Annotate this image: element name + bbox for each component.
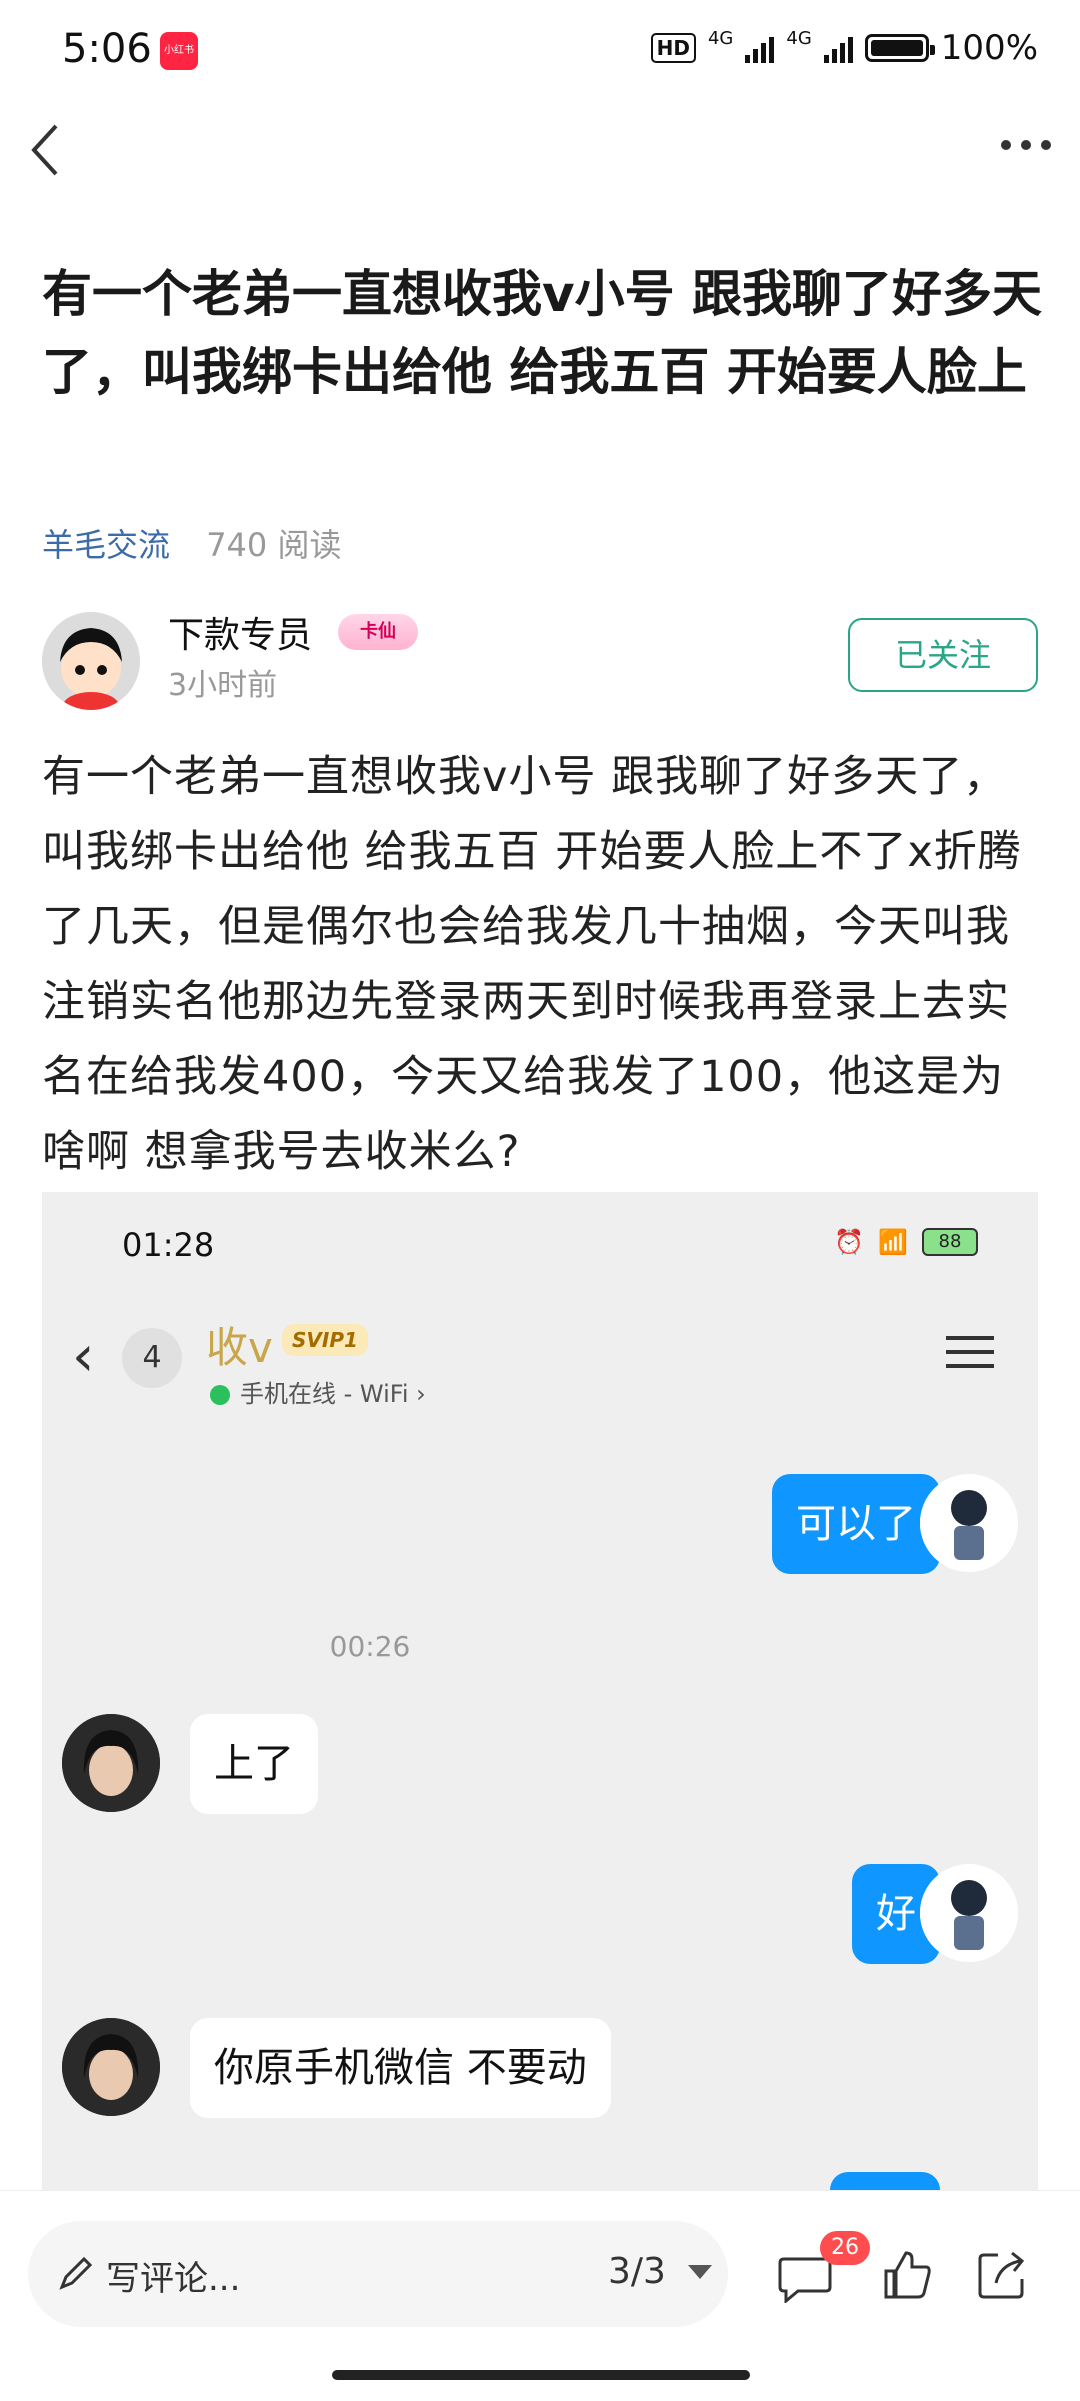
chat-bubble-sent: 可以了	[772, 1474, 940, 1574]
pencil-icon	[59, 2256, 93, 2290]
menu-icon	[946, 1336, 994, 1368]
wifi-icon: 📶	[878, 1228, 908, 1256]
author-avatar[interactable]	[42, 612, 140, 710]
screenshot-battery: 88	[922, 1228, 978, 1256]
status-icons: HD 4G 4G 100%	[650, 28, 1038, 68]
signal-icon	[745, 33, 775, 63]
chat-bubble-partial	[830, 2172, 940, 2192]
image-page-indicator[interactable]: 3/3	[608, 2251, 666, 2292]
network-label-1: 4G	[707, 28, 734, 49]
like-icon[interactable]	[882, 2249, 932, 2301]
chat-bubble-received: 上了	[190, 1714, 318, 1814]
chat-timestamp: 00:26	[329, 1630, 411, 1663]
battery-level: 100%	[940, 28, 1038, 68]
topic-link[interactable]: 羊毛交流	[42, 526, 170, 564]
signal-icon-2	[823, 33, 853, 63]
comment-icon[interactable]	[778, 2255, 832, 2303]
share-icon[interactable]	[976, 2249, 1028, 2301]
comment-input[interactable]: 写评论... 3/3	[28, 2221, 728, 2327]
contact-avatar	[62, 1714, 160, 1812]
home-indicator[interactable]	[332, 2370, 750, 2380]
battery-icon	[864, 34, 935, 62]
my-avatar	[920, 1864, 1018, 1962]
screenshot-status-icons: ⏰ 📶 88	[834, 1228, 978, 1256]
my-avatar	[920, 1474, 1018, 1572]
app-notification-icon: 小红书	[160, 32, 198, 70]
status-time: 5:06	[62, 26, 152, 72]
comment-placeholder: 写评论...	[106, 2259, 241, 2299]
chat-bubble-received: 你原手机微信 不要动	[190, 2018, 611, 2118]
online-dot-icon	[210, 1385, 230, 1405]
contact-avatar	[62, 2018, 160, 2116]
hd-icon: HD	[650, 33, 696, 63]
vip-badge: SVIP1	[282, 1324, 368, 1356]
online-status: 手机在线 - WiFi ›	[210, 1374, 426, 1409]
screenshot-time: 01:28	[122, 1226, 215, 1264]
chevron-right-icon: ›	[416, 1380, 426, 1408]
contact-name: 收v	[206, 1323, 273, 1372]
network-label-2: 4G	[786, 28, 812, 49]
caret-down-icon[interactable]	[688, 2265, 712, 2279]
author-badge: 卡仙	[338, 614, 418, 650]
unread-count: 4	[122, 1328, 182, 1388]
chat-back-icon: ‹	[72, 1324, 95, 1389]
more-options-icon[interactable]	[996, 125, 1056, 165]
comment-count-badge: 26	[820, 2231, 870, 2265]
post-meta: 羊毛交流 740 阅读	[42, 520, 341, 566]
read-count: 740 阅读	[206, 526, 342, 564]
post-time: 3小时前	[168, 668, 278, 703]
back-icon[interactable]	[26, 120, 66, 180]
follow-button[interactable]: 已关注	[848, 618, 1038, 692]
post-body: 有一个老弟一直想收我v小号 跟我聊了好多天了，叫我绑卡出给他 给我五百 开始要人…	[42, 752, 1022, 1177]
post-title: 有一个老弟一直想收我v小号 跟我聊了好多天了，叫我绑卡出给他 给我五百 开始要人…	[42, 265, 1042, 401]
author-name[interactable]: 下款专员	[168, 606, 312, 658]
attached-screenshot[interactable]: 01:28 ⏰ 📶 88 ‹ 4 收v SVIP1 手机在线 - WiFi › …	[42, 1192, 1038, 2192]
alarm-icon: ⏰	[834, 1228, 865, 1256]
